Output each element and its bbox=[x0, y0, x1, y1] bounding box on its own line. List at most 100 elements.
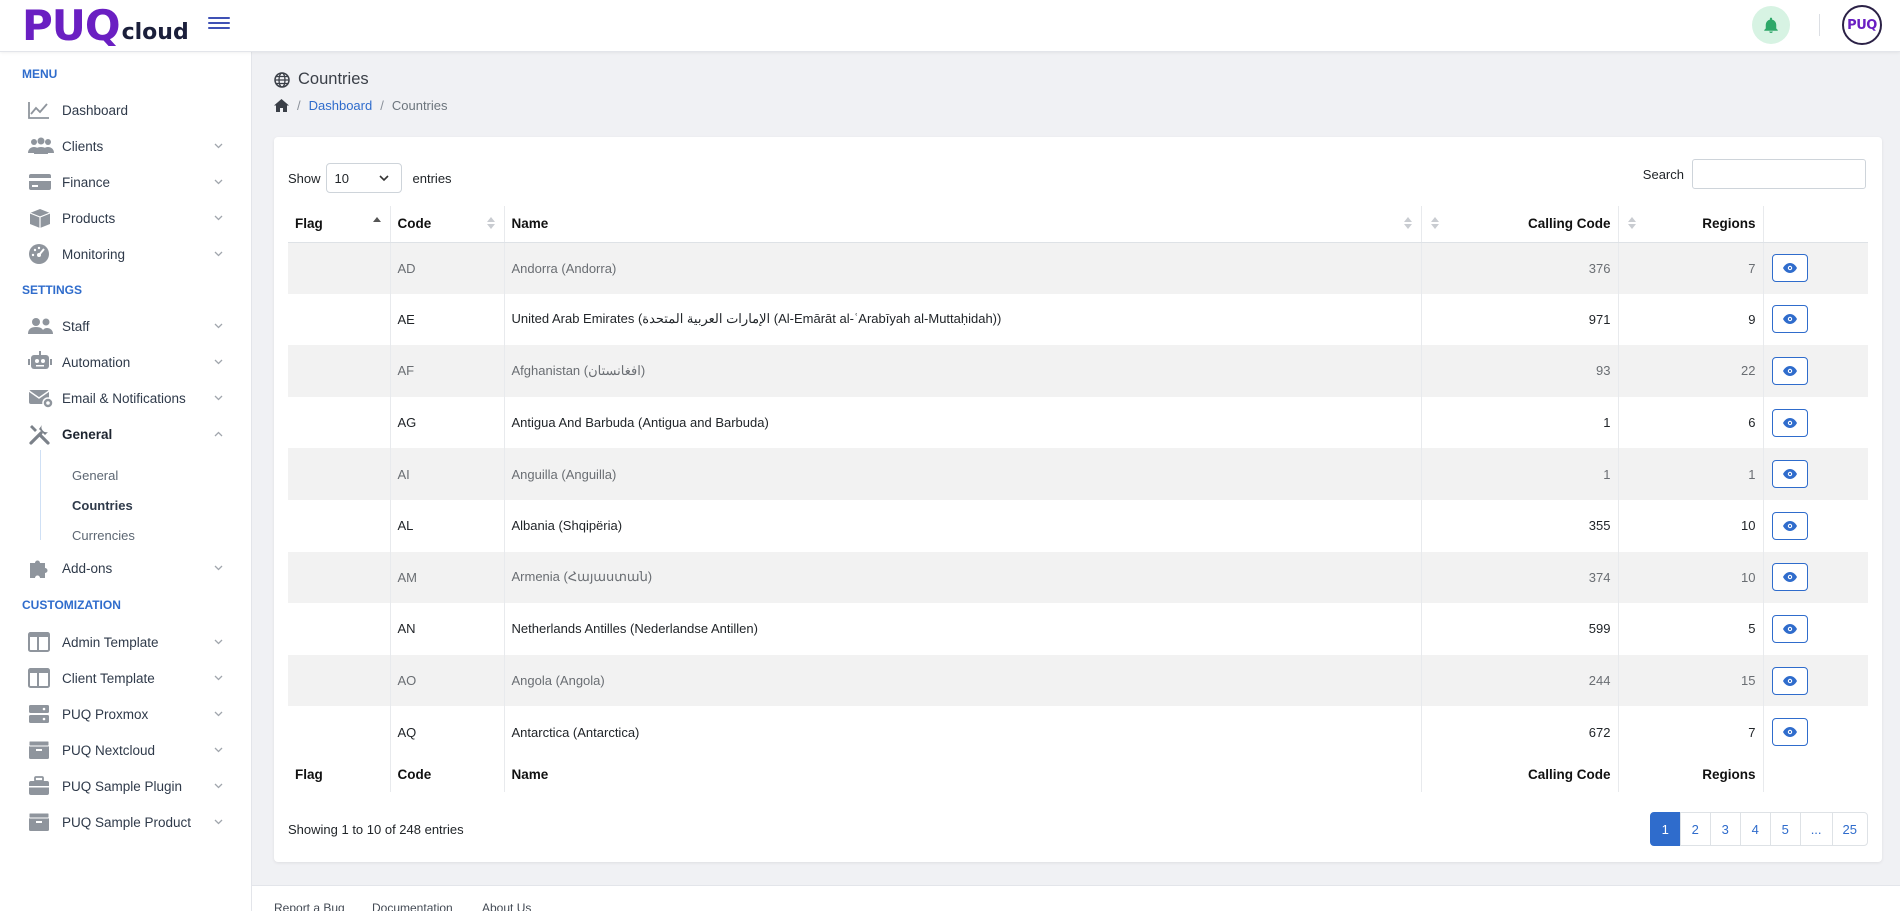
eye-icon bbox=[1782, 727, 1797, 738]
sidebar-item-email-notifications[interactable]: Email & Notifications bbox=[28, 383, 224, 413]
pagination-page-25[interactable]: 25 bbox=[1831, 812, 1868, 846]
pagination-page-5[interactable]: 5 bbox=[1769, 812, 1801, 846]
page-size-select[interactable]: 10 bbox=[325, 163, 402, 193]
view-button[interactable] bbox=[1771, 666, 1808, 695]
box-icon bbox=[28, 739, 54, 761]
column-header-name[interactable]: Name bbox=[503, 206, 1421, 243]
view-button[interactable] bbox=[1771, 254, 1808, 283]
submenu-item-currencies[interactable]: Currencies bbox=[72, 528, 135, 543]
cell-calling-code: 1 bbox=[1420, 448, 1618, 500]
sidebar-item-products[interactable]: Products bbox=[28, 203, 224, 233]
cell-flag bbox=[288, 242, 390, 294]
cell-code: AM bbox=[389, 551, 504, 604]
eye-icon bbox=[1782, 623, 1797, 634]
pagination-page-3[interactable]: 3 bbox=[1709, 812, 1741, 846]
breadcrumb-current: Countries bbox=[391, 98, 448, 113]
chevron-down-icon bbox=[214, 321, 224, 331]
sidebar-item-puq-sample-product[interactable]: PUQ Sample Product bbox=[28, 807, 224, 837]
submenu-item-countries[interactable]: Countries bbox=[72, 498, 133, 513]
cell-code: AD bbox=[389, 242, 504, 294]
sidebar-item-label: Add-ons bbox=[62, 560, 113, 576]
user-avatar[interactable]: PUQ bbox=[1842, 5, 1882, 45]
cell-actions bbox=[1762, 448, 1868, 500]
table-info: Showing 1 to 10 of 248 entries bbox=[288, 822, 464, 837]
footer-link-documentation[interactable]: Documentation bbox=[372, 901, 453, 911]
sidebar-item-puq-sample-plugin[interactable]: PUQ Sample Plugin bbox=[28, 771, 224, 801]
cell-code: AO bbox=[389, 654, 504, 707]
sidebar-item-label: Admin Template bbox=[62, 634, 159, 650]
cell-code: AN bbox=[389, 603, 504, 655]
breadcrumb-separator: / bbox=[380, 98, 384, 113]
briefcase-icon bbox=[28, 775, 54, 797]
header-divider bbox=[1819, 14, 1820, 36]
sidebar-section-customization: CUSTOMIZATION bbox=[22, 598, 121, 612]
sidebar-item-label: PUQ Sample Product bbox=[62, 814, 192, 830]
sidebar-item-dashboard[interactable]: Dashboard bbox=[28, 95, 224, 125]
cell-regions: 22 bbox=[1617, 345, 1763, 397]
sidebar-item-label: Automation bbox=[62, 354, 131, 370]
chevron-down-icon bbox=[214, 709, 224, 719]
footer-link-report-bug[interactable]: Report a Bug bbox=[274, 901, 345, 911]
sidebar-item-automation[interactable]: Automation bbox=[28, 347, 224, 377]
footer-link-about-us[interactable]: About Us bbox=[482, 901, 531, 911]
view-button[interactable] bbox=[1771, 511, 1808, 540]
sidebar-item-staff[interactable]: Staff bbox=[28, 311, 224, 341]
cell-code: AQ bbox=[389, 706, 504, 758]
search-input[interactable] bbox=[1692, 159, 1866, 189]
cell-flag bbox=[288, 603, 390, 655]
sidebar-item-finance[interactable]: Finance bbox=[28, 167, 224, 197]
sidebar-item-puq-nextcloud[interactable]: PUQ Nextcloud bbox=[28, 735, 224, 765]
table-row: AE United Arab Emirates (الإمارات العربية… bbox=[288, 293, 1868, 346]
sidebar-item-addons[interactable]: Add-ons bbox=[28, 553, 224, 583]
cell-actions bbox=[1762, 551, 1868, 604]
column-header-flag[interactable]: Flag bbox=[288, 206, 390, 243]
column-header-calling-code[interactable]: Calling Code bbox=[1420, 206, 1618, 243]
cell-flag bbox=[288, 294, 390, 346]
cell-regions: 6 bbox=[1617, 396, 1763, 449]
sidebar-item-label: Client Template bbox=[62, 670, 155, 686]
sort-icon bbox=[1403, 217, 1412, 231]
sidebar-item-clients[interactable]: Clients bbox=[28, 131, 224, 161]
view-button[interactable] bbox=[1771, 356, 1808, 385]
breadcrumb-link-dashboard[interactable]: Dashboard bbox=[309, 98, 373, 113]
home-icon[interactable] bbox=[274, 99, 289, 112]
cell-name: Albania (Shqipëria) bbox=[503, 499, 1421, 552]
view-button[interactable] bbox=[1771, 614, 1808, 643]
cell-code: AE bbox=[389, 293, 504, 346]
sidebar-item-label: PUQ Proxmox bbox=[62, 706, 149, 722]
chart-line-icon bbox=[28, 99, 54, 121]
chevron-down-icon bbox=[378, 174, 389, 181]
sidebar-item-puq-proxmox[interactable]: PUQ Proxmox bbox=[28, 699, 224, 729]
table-row: AN Netherlands Antilles (Nederlandse Anti… bbox=[288, 603, 1868, 655]
globe-icon bbox=[274, 71, 290, 88]
sidebar-item-label: PUQ Sample Plugin bbox=[62, 778, 183, 794]
view-button[interactable] bbox=[1771, 408, 1808, 437]
sidebar-item-client-template[interactable]: Client Template bbox=[28, 663, 224, 693]
view-button[interactable] bbox=[1771, 563, 1808, 592]
column-header-code[interactable]: Code bbox=[389, 206, 504, 243]
column-header-regions[interactable]: Regions bbox=[1617, 206, 1763, 243]
pagination-page-1[interactable]: 1 bbox=[1649, 812, 1681, 846]
cell-regions: 1 bbox=[1617, 448, 1763, 500]
page-footer: Report a Bug Documentation About Us bbox=[252, 885, 1900, 911]
pagination-page-4[interactable]: 4 bbox=[1739, 812, 1771, 846]
top-header: PUQ cloud PUQ bbox=[0, 0, 1900, 52]
view-button[interactable] bbox=[1771, 305, 1808, 334]
submenu-item-general[interactable]: General bbox=[72, 468, 118, 483]
sidebar-section-settings: SETTINGS bbox=[22, 283, 83, 297]
pagination-page-2[interactable]: 2 bbox=[1679, 812, 1711, 846]
credit-card-icon bbox=[28, 171, 54, 193]
cell-regions: 7 bbox=[1617, 242, 1763, 294]
view-button[interactable] bbox=[1771, 460, 1808, 489]
cell-name: Armenia (Հայաստան) bbox=[503, 551, 1421, 604]
hamburger-menu-icon[interactable] bbox=[208, 14, 230, 32]
sidebar-item-admin-template[interactable]: Admin Template bbox=[28, 627, 224, 657]
sidebar-item-monitoring[interactable]: Monitoring bbox=[28, 239, 224, 269]
chevron-down-icon bbox=[214, 249, 224, 259]
chevron-up-icon bbox=[214, 429, 224, 439]
server-icon bbox=[28, 703, 54, 725]
notifications-button[interactable] bbox=[1752, 6, 1790, 44]
logo[interactable]: PUQ cloud bbox=[22, 2, 189, 47]
view-button[interactable] bbox=[1771, 718, 1808, 747]
sidebar-item-general[interactable]: General bbox=[28, 419, 224, 449]
